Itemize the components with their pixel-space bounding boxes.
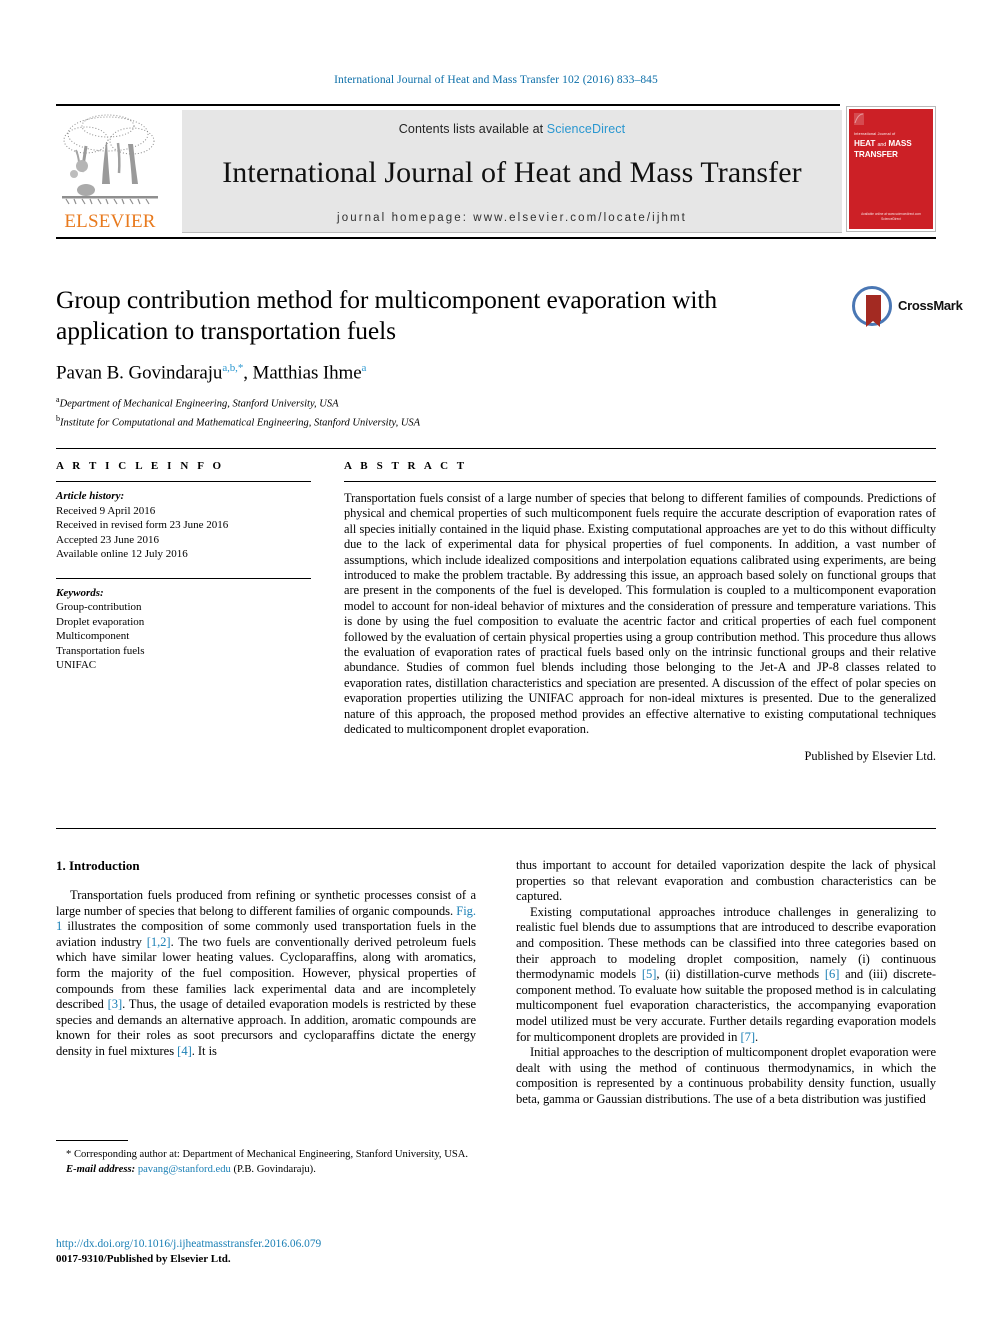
article-info-column: A R T I C L E I N F O Article history: R… <box>56 460 311 673</box>
keyword-item: Group-contribution <box>56 601 142 613</box>
cover-art: International Journal of HEAT and MASS T… <box>849 109 933 229</box>
crossmark-label: CrossMark <box>898 298 963 313</box>
email-owner: (P.B. Govindaraju). <box>230 1164 316 1176</box>
citation-link-6[interactable]: [6] <box>825 967 840 981</box>
info-section-rule <box>56 448 936 449</box>
citation-link-5[interactable]: [5] <box>642 967 657 981</box>
cover-footer-line1: Available online at www.sciencedirect.co… <box>861 212 921 216</box>
corresponding-author-text: Corresponding author at: Department of M… <box>71 1149 469 1160</box>
keyword-item: Droplet evaporation <box>56 615 145 628</box>
intro-p2-part-d: . <box>754 1029 759 1044</box>
cover-footer-line2: ScienceDirect <box>881 217 901 221</box>
email-note: E-mail address: pavang@stanford.edu (P.B… <box>56 1163 476 1176</box>
author-2-marks[interactable]: a <box>362 362 367 374</box>
crossmark-bookmark-icon <box>866 295 881 327</box>
author-separator: , <box>243 362 253 384</box>
intro-p1-part-e: . It is <box>191 1043 217 1058</box>
citation-link-7[interactable]: [7] <box>740 1030 755 1044</box>
history-item-accepted: Accepted 23 June 2016 <box>56 533 159 546</box>
cover-elsevier-icon <box>854 113 864 125</box>
email-label: E-mail address: <box>66 1164 136 1176</box>
abstract-column: A B S T R A C T Transportation fuels con… <box>344 460 936 764</box>
author-1-marks[interactable]: a,b,* <box>222 362 243 374</box>
affiliation-a-text: Department of Mechanical Engineering, St… <box>59 398 339 410</box>
citation-link-3[interactable]: [3] <box>108 997 123 1011</box>
contents-available-line: Contents lists available at ScienceDirec… <box>182 110 842 136</box>
history-item-revised: Received in revised form 23 June 2016 <box>56 519 229 531</box>
elsevier-wordmark: ELSEVIER <box>64 211 156 232</box>
author-name-1: Pavan B. Govindaraju <box>56 362 223 384</box>
contents-prefix: Contents lists available at <box>398 122 547 136</box>
author-name-2: Matthias Ihme <box>252 362 362 384</box>
intro-paragraph-2: Existing computational approaches introd… <box>516 905 936 1045</box>
footnote-area: * Corresponding author at: Department of… <box>56 1140 476 1177</box>
cover-footer: Available online at www.sciencedirect.co… <box>849 212 933 222</box>
cover-title-and: and <box>877 142 887 148</box>
journal-cover-thumbnail: International Journal of HEAT and MASS T… <box>846 106 936 232</box>
crossmark-circle-icon <box>852 286 892 327</box>
cover-title-mass: MASS <box>888 139 912 148</box>
journal-title: International Journal of Heat and Mass T… <box>222 156 802 189</box>
body-column-left: 1. Introduction Transportation fuels pro… <box>56 858 476 1060</box>
abstract-text: Transportation fuels consist of a large … <box>344 491 936 737</box>
keywords-label: Keywords: <box>56 586 104 599</box>
masthead-bottom-rule <box>56 237 936 239</box>
author-list: Pavan B. Govindarajua,b,*, Matthias Ihme… <box>56 362 796 384</box>
cover-title: HEAT and MASS TRANSFER <box>854 139 912 159</box>
paper-page: International Journal of Heat and Mass T… <box>0 0 992 1323</box>
article-history: Article history: Received 9 April 2016 R… <box>56 489 311 562</box>
citation-link-4[interactable]: [4] <box>177 1044 192 1058</box>
abstract-heading: A B S T R A C T <box>344 460 468 472</box>
issn-copyright-line: 0017-9310/Published by Elsevier Ltd. <box>56 1252 231 1265</box>
affiliation-b-text: Institute for Computational and Mathemat… <box>60 417 421 429</box>
keywords-separator <box>56 577 311 579</box>
citation-link-1-2[interactable]: [1,2] <box>147 935 171 949</box>
title-block: Group contribution method for multicompo… <box>56 284 796 430</box>
cover-kicker: International Journal of <box>854 132 896 136</box>
affiliation-a: aDepartment of Mechanical Engineering, S… <box>56 393 796 411</box>
article-info-rule <box>56 481 311 482</box>
history-item-received: Received 9 April 2016 <box>56 504 156 517</box>
abstract-publisher-note: Published by Elsevier Ltd. <box>804 748 936 763</box>
sciencedirect-link[interactable]: ScienceDirect <box>547 122 625 136</box>
journal-band: Contents lists available at ScienceDirec… <box>182 110 842 233</box>
page-title: Group contribution method for multicompo… <box>56 285 718 345</box>
body-column-right: thus important to account for detailed v… <box>516 858 936 1108</box>
doi-link[interactable]: http://dx.doi.org/10.1016/j.ijheatmasstr… <box>56 1237 476 1252</box>
cover-title-transfer: TRANSFER <box>854 150 898 159</box>
corresponding-author-note: * Corresponding author at: Department of… <box>56 1148 476 1161</box>
intro-paragraph-3: Initial approaches to the description of… <box>516 1045 936 1106</box>
cover-title-heat: HEAT <box>854 139 876 148</box>
keyword-item: UNIFAC <box>56 659 97 671</box>
intro-paragraph-continued: thus important to account for detailed v… <box>516 858 936 904</box>
crossmark-badge[interactable]: CrossMark <box>852 286 963 330</box>
doi-block: http://dx.doi.org/10.1016/j.ijheatmasstr… <box>56 1237 476 1266</box>
article-history-label: Article history: <box>56 490 125 502</box>
section-heading-introduction: 1. Introduction <box>56 858 140 873</box>
journal-homepage[interactable]: journal homepage: www.elsevier.com/locat… <box>182 212 842 224</box>
history-item-online: Available online 12 July 2016 <box>56 548 188 560</box>
email-link[interactable]: pavang@stanford.edu <box>138 1164 231 1175</box>
affiliation-b: bInstitute for Computational and Mathema… <box>56 412 796 430</box>
journal-masthead: ELSEVIER Contents lists available at Sci… <box>56 104 936 239</box>
masthead-top-rule <box>56 104 840 106</box>
article-info-heading: A R T I C L E I N F O <box>56 460 225 472</box>
elsevier-logo: ELSEVIER <box>56 110 164 232</box>
intro-p1-part-a: Transportation fuels produced from refin… <box>56 888 476 918</box>
abstract-rule <box>344 481 936 482</box>
keyword-item: Transportation fuels <box>56 644 145 657</box>
keyword-item: Multicomponent <box>56 630 130 642</box>
running-head: International Journal of Heat and Mass T… <box>334 74 658 86</box>
intro-paragraph-1: Transportation fuels produced from refin… <box>56 888 476 1060</box>
body-section-rule <box>56 828 936 829</box>
keywords-block: Keywords: Group-contribution Droplet eva… <box>56 586 311 673</box>
keywords-rule <box>56 577 311 579</box>
footnote-rule <box>56 1140 128 1141</box>
elsevier-tree-icon <box>62 114 158 205</box>
intro-p2-part-b: , (ii) distillation-curve methods <box>656 967 825 982</box>
